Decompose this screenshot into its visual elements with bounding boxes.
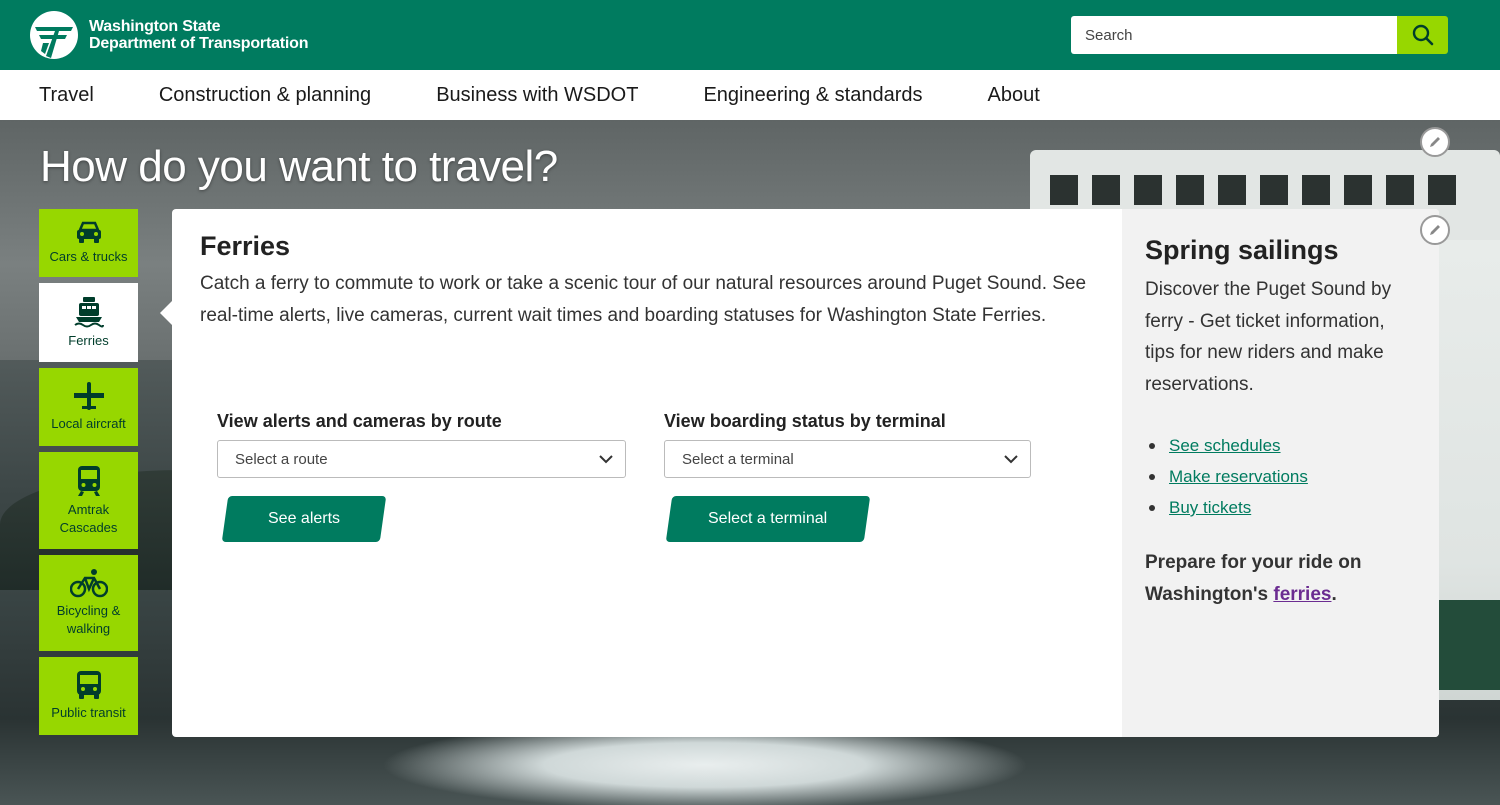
logo-line-2: Department of Transportation	[89, 35, 309, 52]
mode-tab-amtrak-cascades[interactable]: Amtrak Cascades	[39, 452, 138, 549]
wsdot-logo[interactable]: Washington State Department of Transport…	[29, 10, 309, 60]
link-see-schedules[interactable]: See schedules	[1169, 430, 1281, 461]
car-icon	[76, 221, 101, 243]
chevron-down-icon	[599, 455, 613, 464]
bicycle-icon	[69, 569, 108, 598]
bus-icon	[76, 671, 101, 699]
link-buy-tickets[interactable]: Buy tickets	[1169, 492, 1251, 523]
route-select-value: Select a route	[235, 450, 328, 468]
mode-label-line-1: Amtrak	[67, 501, 110, 517]
mode-label-line-2: Cascades	[59, 519, 118, 535]
search-icon	[1412, 24, 1433, 46]
pencil-icon	[1430, 225, 1440, 235]
panel-description: Catch a ferry to commute to work or take…	[200, 273, 1087, 326]
nav-travel[interactable]: Travel	[39, 84, 94, 107]
mode-label: Cars & trucks	[49, 249, 128, 264]
nav-engineering-standards[interactable]: Engineering & standards	[703, 84, 922, 107]
main-nav: Travel Construction & planning Business …	[0, 70, 1500, 120]
ferries-panel: Ferries Catch a ferry to commute to work…	[172, 209, 1439, 737]
terminal-selector-group: View boarding status by terminal Select …	[664, 411, 1031, 542]
sidebar-links: See schedules Make reservations Buy tick…	[1145, 430, 1415, 523]
link-make-reservations[interactable]: Make reservations	[1169, 461, 1308, 492]
chevron-down-icon	[1004, 455, 1018, 464]
mode-tab-bicycling-walking[interactable]: Bicycling & walking	[39, 555, 138, 651]
nav-business-with-wsdot[interactable]: Business with WSDOT	[436, 84, 638, 107]
search-input[interactable]	[1071, 16, 1397, 54]
wsdot-logo-icon	[30, 11, 78, 59]
list-item: See schedules	[1145, 430, 1415, 461]
ferry-icon	[73, 296, 104, 327]
mode-tab-cars-trucks[interactable]: Cars & trucks	[39, 209, 138, 277]
train-icon	[77, 465, 100, 496]
list-item: Buy tickets	[1145, 492, 1415, 523]
mode-label-line-2: walking	[66, 621, 111, 636]
sidebar-title: Spring sailings	[1145, 235, 1339, 265]
mode-label-line-1: Bicycling &	[56, 603, 121, 618]
edit-panel-button[interactable]	[1420, 215, 1450, 245]
edit-hero-button[interactable]	[1420, 127, 1450, 157]
list-item: Make reservations	[1145, 461, 1415, 492]
mode-tab-ferries[interactable]: Ferries	[39, 283, 138, 362]
page-title: How do you want to travel?	[40, 142, 558, 191]
prepare-text: Prepare for your ride on Washington's fe…	[1145, 552, 1362, 605]
mode-label: Local aircraft	[51, 416, 126, 431]
mode-label: Public transit	[51, 705, 126, 720]
ferries-main-content: Ferries Catch a ferry to commute to work…	[172, 209, 1122, 737]
ferry-selectors: View alerts and cameras by route Select …	[217, 411, 1069, 542]
select-terminal-button[interactable]: Select a terminal	[665, 496, 871, 542]
travel-mode-tabs: Cars & trucks Ferries Local aircraft Amt…	[39, 209, 138, 741]
route-select-label: View alerts and cameras by route	[217, 411, 502, 431]
nav-about[interactable]: About	[988, 84, 1040, 107]
terminal-select-value: Select a terminal	[682, 450, 794, 468]
search-button[interactable]	[1397, 16, 1448, 54]
see-alerts-button[interactable]: See alerts	[221, 496, 387, 542]
link-ferries[interactable]: ferries	[1273, 584, 1331, 605]
mode-label: Ferries	[68, 332, 109, 348]
pencil-icon	[1430, 137, 1440, 147]
route-select[interactable]: Select a route	[217, 440, 626, 478]
terminal-select-label: View boarding status by terminal	[664, 411, 946, 431]
active-tab-pointer	[160, 301, 172, 325]
search-bar	[1071, 16, 1448, 54]
nav-construction-planning[interactable]: Construction & planning	[159, 84, 371, 107]
panel-title: Ferries	[200, 231, 291, 261]
mode-tab-public-transit[interactable]: Public transit	[39, 657, 138, 735]
site-header: Washington State Department of Transport…	[0, 0, 1500, 70]
route-selector-group: View alerts and cameras by route Select …	[217, 411, 626, 542]
logo-line-1: Washington State	[89, 18, 221, 35]
airplane-icon	[73, 382, 104, 410]
hero-section: How do you want to travel? Cars & trucks	[0, 120, 1500, 805]
spring-sailings-sidebar: Spring sailings Discover the Puget Sound…	[1122, 209, 1439, 737]
terminal-select[interactable]: Select a terminal	[664, 440, 1031, 478]
mode-tab-local-aircraft[interactable]: Local aircraft	[39, 368, 138, 446]
sidebar-text: Discover the Puget Sound by ferry - Get …	[1145, 279, 1392, 395]
